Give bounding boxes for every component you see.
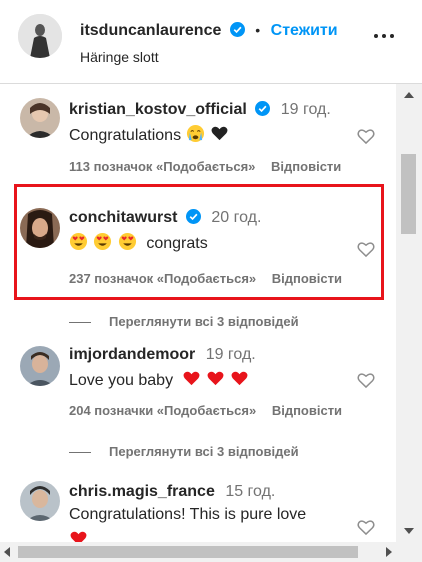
- comment-item: imjordandemoor 19 год. Love you baby 204…: [0, 334, 396, 464]
- like-count[interactable]: 237 позначок «Подобається»: [69, 271, 256, 286]
- view-replies-label: Переглянути всі 3 відповідей: [109, 314, 299, 329]
- comment-text: Congratulations! This is pure love: [69, 506, 307, 523]
- comment-item: kristian_kostov_official 19 год. Congrat…: [0, 84, 396, 184]
- comment-header: conchitawurst 20 год.: [69, 209, 261, 227]
- replies-divider: [69, 322, 91, 324]
- heart-eyes-emoji: [118, 232, 136, 251]
- comment-header: kristian_kostov_official 19 год.: [69, 101, 331, 119]
- comment-header: imjordandemoor 19 год.: [69, 346, 256, 364]
- comment-text-row: congrats: [69, 232, 208, 253]
- scroll-right-arrow-icon[interactable]: [386, 547, 392, 557]
- red-heart-emoji: [207, 371, 224, 386]
- follow-button[interactable]: Стежити: [271, 22, 338, 39]
- comments-list[interactable]: kristian_kostov_official 19 год. Congrat…: [0, 84, 396, 542]
- commenter-avatar[interactable]: [20, 98, 60, 138]
- scroll-up-arrow-icon[interactable]: [404, 92, 414, 98]
- comment-time[interactable]: 19 год.: [281, 101, 331, 118]
- heart-outline-icon[interactable]: [356, 239, 376, 259]
- view-replies-label: Переглянути всі 3 відповідей: [109, 444, 299, 459]
- author-avatar[interactable]: [18, 14, 62, 58]
- post-header: itsduncanlaurence • Стежити Häringe slot…: [0, 0, 422, 84]
- comment-header: chris.magis_france 15 год.: [69, 483, 275, 501]
- comment-time[interactable]: 20 год.: [211, 209, 261, 226]
- comment-text-row: Congratulations: [69, 124, 230, 145]
- verified-badge-icon: [185, 209, 201, 224]
- black-heart-emoji: [211, 126, 228, 141]
- vertical-scrollbar[interactable]: [396, 84, 422, 542]
- commenter-avatar[interactable]: [20, 481, 60, 521]
- comment-item: conchitawurst 20 год. congrats 237 позна…: [0, 194, 396, 329]
- comment-text: Love you baby: [69, 372, 174, 389]
- commenter-avatar[interactable]: [20, 208, 60, 248]
- comment-time[interactable]: 15 год.: [225, 483, 275, 500]
- like-count[interactable]: 113 позначок «Подобається»: [69, 159, 255, 174]
- commenter-username[interactable]: imjordandemoor: [69, 346, 195, 363]
- comment-item: chris.magis_france 15 год. Congratulatio…: [0, 479, 396, 542]
- heart-eyes-emoji: [69, 232, 88, 251]
- comment-text-row: Love you baby: [69, 369, 250, 390]
- verified-badge-icon: [229, 22, 245, 37]
- replies-divider: [69, 452, 91, 454]
- reply-button[interactable]: Відповісти: [272, 271, 342, 286]
- heart-outline-icon[interactable]: [356, 517, 376, 537]
- reply-button[interactable]: Відповісти: [271, 159, 341, 174]
- author-username[interactable]: itsduncanlaurence: [80, 22, 221, 39]
- view-replies-button[interactable]: Переглянути всі 3 відповідей: [69, 444, 299, 459]
- comment-meta: 237 позначок «Подобається» Відповісти: [69, 271, 342, 286]
- author-name-row: itsduncanlaurence • Стежити: [80, 22, 338, 40]
- scrollbar-thumb[interactable]: [18, 546, 358, 558]
- scrollbar-corner: [396, 542, 422, 562]
- scroll-down-arrow-icon[interactable]: [404, 528, 414, 534]
- location-link[interactable]: Häringe slott: [80, 49, 159, 65]
- heart-outline-icon[interactable]: [356, 370, 376, 390]
- red-heart-emoji: [231, 371, 248, 386]
- heart-eyes-emoji: [94, 232, 112, 251]
- comment-meta: 113 позначок «Подобається» Відповісти: [69, 159, 341, 174]
- heart-outline-icon[interactable]: [356, 126, 376, 146]
- commenter-username[interactable]: conchitawurst: [69, 209, 177, 226]
- horizontal-scrollbar[interactable]: [0, 542, 396, 562]
- commenter-username[interactable]: kristian_kostov_official: [69, 101, 247, 118]
- red-heart-emoji: [70, 531, 87, 542]
- comment-meta: 204 позначки «Подобається» Відповісти: [69, 403, 342, 418]
- crying-face-emoji: [186, 124, 204, 143]
- scrollbar-thumb[interactable]: [401, 154, 416, 234]
- red-heart-emoji: [183, 371, 199, 386]
- comment-text: Congratulations: [69, 127, 182, 144]
- separator-dot: •: [255, 22, 261, 38]
- like-count[interactable]: 204 позначки «Подобається»: [69, 403, 256, 418]
- commenter-username[interactable]: chris.magis_france: [69, 483, 215, 500]
- verified-badge-icon: [255, 101, 271, 116]
- comment-time[interactable]: 19 год.: [206, 346, 256, 363]
- comment-text-row: [69, 529, 89, 542]
- view-replies-button[interactable]: Переглянути всі 3 відповідей: [69, 314, 299, 329]
- scroll-left-arrow-icon[interactable]: [4, 547, 10, 557]
- more-options-icon[interactable]: [374, 34, 394, 38]
- comment-text: congrats: [146, 235, 208, 252]
- reply-button[interactable]: Відповісти: [272, 403, 342, 418]
- commenter-avatar[interactable]: [20, 346, 60, 386]
- comment-text-row: Congratulations! This is pure love: [69, 506, 306, 524]
